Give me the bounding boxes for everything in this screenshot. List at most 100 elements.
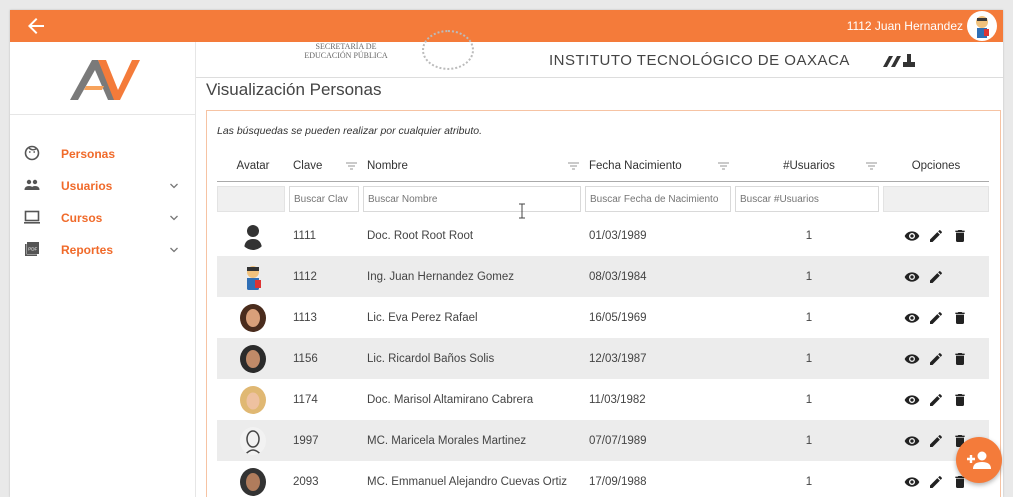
nombre-cell: Doc. Root Root Root — [367, 229, 474, 242]
clave-cell: 1997 — [289, 420, 363, 461]
column-label: Nombre — [367, 159, 408, 172]
clave-cell: 1111 — [293, 229, 317, 242]
clave-cell: 2093 — [293, 475, 319, 488]
avatar-cell — [217, 215, 289, 256]
fecha-cell: 07/07/1989 — [585, 420, 735, 461]
sidebar-item-label: Reportes — [61, 243, 114, 257]
clave-cell: 1174 — [293, 393, 318, 406]
sidebar-item-label: Personas — [61, 147, 116, 161]
avatar-cell — [217, 297, 289, 338]
edit-pencil-icon[interactable] — [928, 433, 944, 449]
fecha-search-input[interactable] — [585, 186, 731, 213]
chevron-down-icon[interactable] — [168, 244, 180, 256]
usuarios-cell: 1 — [805, 475, 813, 488]
sidebar-item-usuarios[interactable]: Usuarios — [10, 170, 196, 202]
edit-pencil-icon[interactable] — [928, 269, 944, 285]
table-row: 1174 Doc. Marisol Altamirano Cabrera 11/03… — [217, 379, 989, 420]
person-avatar — [240, 385, 266, 414]
sep-line1: SECRETARÍA DE — [315, 42, 377, 51]
sort-icon[interactable] — [568, 162, 579, 170]
ito-logo-icon — [883, 54, 915, 67]
app-window: 1112 Juan Hernandez SECRETARÍA DE EDUCAC… — [10, 10, 1003, 497]
sidebar-item-personas[interactable]: Personas — [10, 138, 196, 170]
sort-icon[interactable] — [718, 162, 729, 170]
edit-pencil-icon[interactable] — [928, 228, 944, 244]
avatar-cell — [217, 256, 289, 297]
opciones-cell — [883, 379, 989, 420]
fecha-cell: 17/09/1988 — [589, 475, 647, 488]
column-header-clave[interactable]: Clave — [289, 151, 363, 182]
av-logo-icon — [70, 60, 140, 100]
fecha-cell: 11/03/1982 — [589, 393, 646, 406]
page-title: Visualización Personas — [206, 80, 382, 99]
nombre-cell: Ing. Juan Hernandez Gomez — [363, 256, 585, 297]
delete-trash-icon[interactable] — [952, 351, 968, 367]
view-eye-icon[interactable] — [904, 392, 920, 408]
person-avatar — [240, 303, 266, 332]
column-header-avatar: Avatar — [217, 151, 289, 182]
fecha-cell: 16/05/1969 — [589, 311, 647, 324]
table-body: 1111 Doc. Root Root Root 01/03/1989 1 1112 In… — [217, 215, 989, 497]
usuarios-search-input[interactable] — [735, 186, 879, 213]
sep-logo: SECRETARÍA DE EDUCACIÓN PÚBLICA — [296, 42, 396, 60]
view-eye-icon[interactable] — [904, 310, 920, 326]
add-person-button[interactable] — [956, 437, 1002, 483]
people-table: Avatar Clave Nombre Fecha Nacimiento #Us… — [217, 151, 989, 497]
edit-pencil-icon[interactable] — [928, 310, 944, 326]
top-bar: 1112 Juan Hernandez — [10, 10, 1003, 42]
back-arrow-icon[interactable] — [24, 14, 48, 38]
view-eye-icon[interactable] — [904, 228, 920, 244]
fecha-cell: 01/03/1989 — [589, 229, 647, 242]
person-avatar — [240, 222, 266, 250]
column-header-nombre[interactable]: Nombre — [363, 151, 585, 182]
delete-trash-icon[interactable] — [952, 392, 968, 408]
chevron-down-icon[interactable] — [168, 212, 180, 224]
column-header-fecha[interactable]: Fecha Nacimiento — [585, 151, 735, 182]
opciones-cell — [883, 297, 989, 338]
user-avatar[interactable] — [967, 11, 997, 41]
column-header-usuarios[interactable]: #Usuarios — [735, 151, 883, 182]
view-eye-icon[interactable] — [904, 269, 920, 285]
avatar-cell — [217, 461, 289, 497]
fecha-cell: 08/03/1984 — [585, 256, 735, 297]
table-header-row: Avatar Clave Nombre Fecha Nacimiento #Us… — [217, 151, 989, 182]
svg-text:PDF: PDF — [28, 247, 37, 252]
usuarios-cell: 1 — [805, 393, 813, 406]
nombre-cell: MC. Maricela Morales Martinez — [363, 420, 585, 461]
view-eye-icon[interactable] — [904, 474, 920, 490]
usuarios-cell: 1 — [735, 420, 883, 461]
view-eye-icon[interactable] — [904, 351, 920, 367]
add-person-icon — [967, 451, 991, 469]
sidebar-item-reportes[interactable]: PDF Reportes — [10, 234, 196, 266]
view-eye-icon[interactable] — [904, 433, 920, 449]
avatar-cell — [217, 379, 289, 420]
table-row: 1113 Lic. Eva Perez Rafael 16/05/1969 1 — [217, 297, 989, 338]
delete-trash-icon[interactable] — [952, 228, 968, 244]
computer-icon — [24, 210, 40, 224]
nombre-search-input[interactable] — [363, 186, 581, 213]
nombre-cell: Lic. Eva Perez Rafael — [367, 311, 478, 324]
avatar-filter-placeholder — [217, 186, 285, 213]
chevron-down-icon[interactable] — [168, 180, 180, 192]
sidebar-item-cursos[interactable]: Cursos — [10, 202, 196, 234]
edit-pencil-icon[interactable] — [928, 351, 944, 367]
sidebar-item-label: Cursos — [61, 211, 103, 225]
delete-trash-icon[interactable] — [952, 310, 968, 326]
sort-icon[interactable] — [346, 162, 357, 170]
column-label: #Usuarios — [783, 159, 835, 172]
nombre-cell: Lic. Ricardol Baños Solis — [363, 338, 585, 379]
clave-cell: 1112 — [289, 256, 363, 297]
table-row: 1997 MC. Maricela Morales Martinez 07/07/1… — [217, 420, 989, 461]
edit-pencil-icon[interactable] — [928, 474, 944, 490]
usuarios-cell: 1 — [805, 229, 813, 242]
usuarios-cell: 1 — [805, 311, 813, 324]
clave-search-input[interactable] — [289, 186, 359, 213]
person-avatar — [240, 467, 266, 496]
table-row: 1156 Lic. Ricardol Baños Solis 12/03/1987 1 — [217, 338, 989, 379]
sort-icon[interactable] — [866, 162, 877, 170]
user-menu[interactable]: 1112 Juan Hernandez — [847, 10, 997, 42]
filter-row — [217, 181, 989, 215]
edit-pencil-icon[interactable] — [928, 392, 944, 408]
search-hint: Las búsquedas se pueden realizar por cua… — [217, 125, 483, 137]
column-label: Fecha Nacimiento — [589, 159, 682, 172]
